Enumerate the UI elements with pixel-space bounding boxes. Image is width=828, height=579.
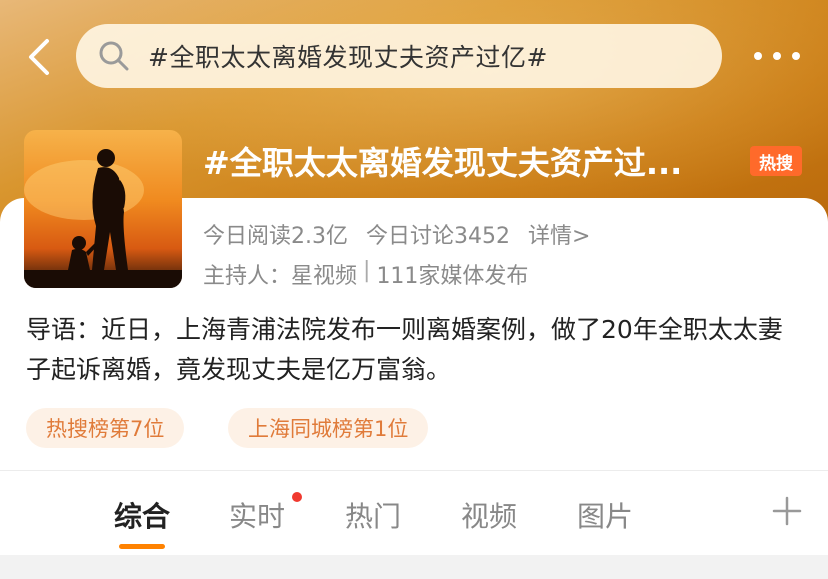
active-tab-indicator (119, 544, 165, 549)
content-area-edge (0, 555, 828, 579)
new-content-dot (292, 492, 302, 502)
more-button[interactable] (746, 40, 808, 72)
back-button[interactable] (18, 34, 58, 80)
search-query: #全职太太离婚发现丈夫资产过亿# (148, 43, 548, 72)
more-dot (773, 52, 781, 60)
tab-images[interactable]: 图片 (577, 495, 633, 535)
reads-count: 今日阅读2.3亿 (203, 224, 348, 249)
hot-badge: 热搜 (750, 146, 802, 176)
chevron-left-icon (29, 39, 49, 75)
tab-hot[interactable]: 热门 (345, 495, 401, 535)
more-dots-icon (754, 52, 762, 60)
topic-thumbnail[interactable] (24, 130, 182, 288)
plus-icon (772, 496, 802, 526)
tab-bar: 综合 实时 热门 视频 图片 (0, 470, 828, 555)
search-bar[interactable]: #全职太太离婚发现丈夫资产过亿# (76, 24, 722, 88)
topic-stats: 今日阅读2.3亿 今日讨论3452 详情> (203, 218, 590, 250)
topic-intro: 导语：近日，上海青浦法院发布一则离婚案例，做了20年全职太太妻子起诉离婚，竟发现… (26, 315, 783, 384)
tab-video[interactable]: 视频 (461, 495, 517, 535)
more-dot (792, 52, 800, 60)
city-rank-tag[interactable]: 上海同城榜第1位 (228, 408, 429, 448)
topic-title: #全职太太离婚发现丈夫资产过... (203, 144, 683, 182)
host-label[interactable]: 主持人：星视频 (203, 258, 357, 290)
sunset-silhouette-image (24, 130, 182, 288)
hot-rank-tag[interactable]: 热搜榜第7位 (26, 408, 185, 448)
divider: | (363, 258, 371, 283)
tab-comprehensive[interactable]: 综合 (114, 495, 170, 535)
add-tab-button[interactable] (770, 494, 804, 528)
tab-realtime[interactable]: 实时 (229, 495, 285, 535)
discussions-count: 今日讨论3452 (366, 224, 510, 249)
search-icon (99, 41, 129, 71)
detail-link[interactable]: 详情> (528, 218, 590, 250)
host-info: 主持人：星视频 | 111家媒体发布 (203, 258, 528, 290)
media-count[interactable]: 111家媒体发布 (376, 258, 528, 290)
